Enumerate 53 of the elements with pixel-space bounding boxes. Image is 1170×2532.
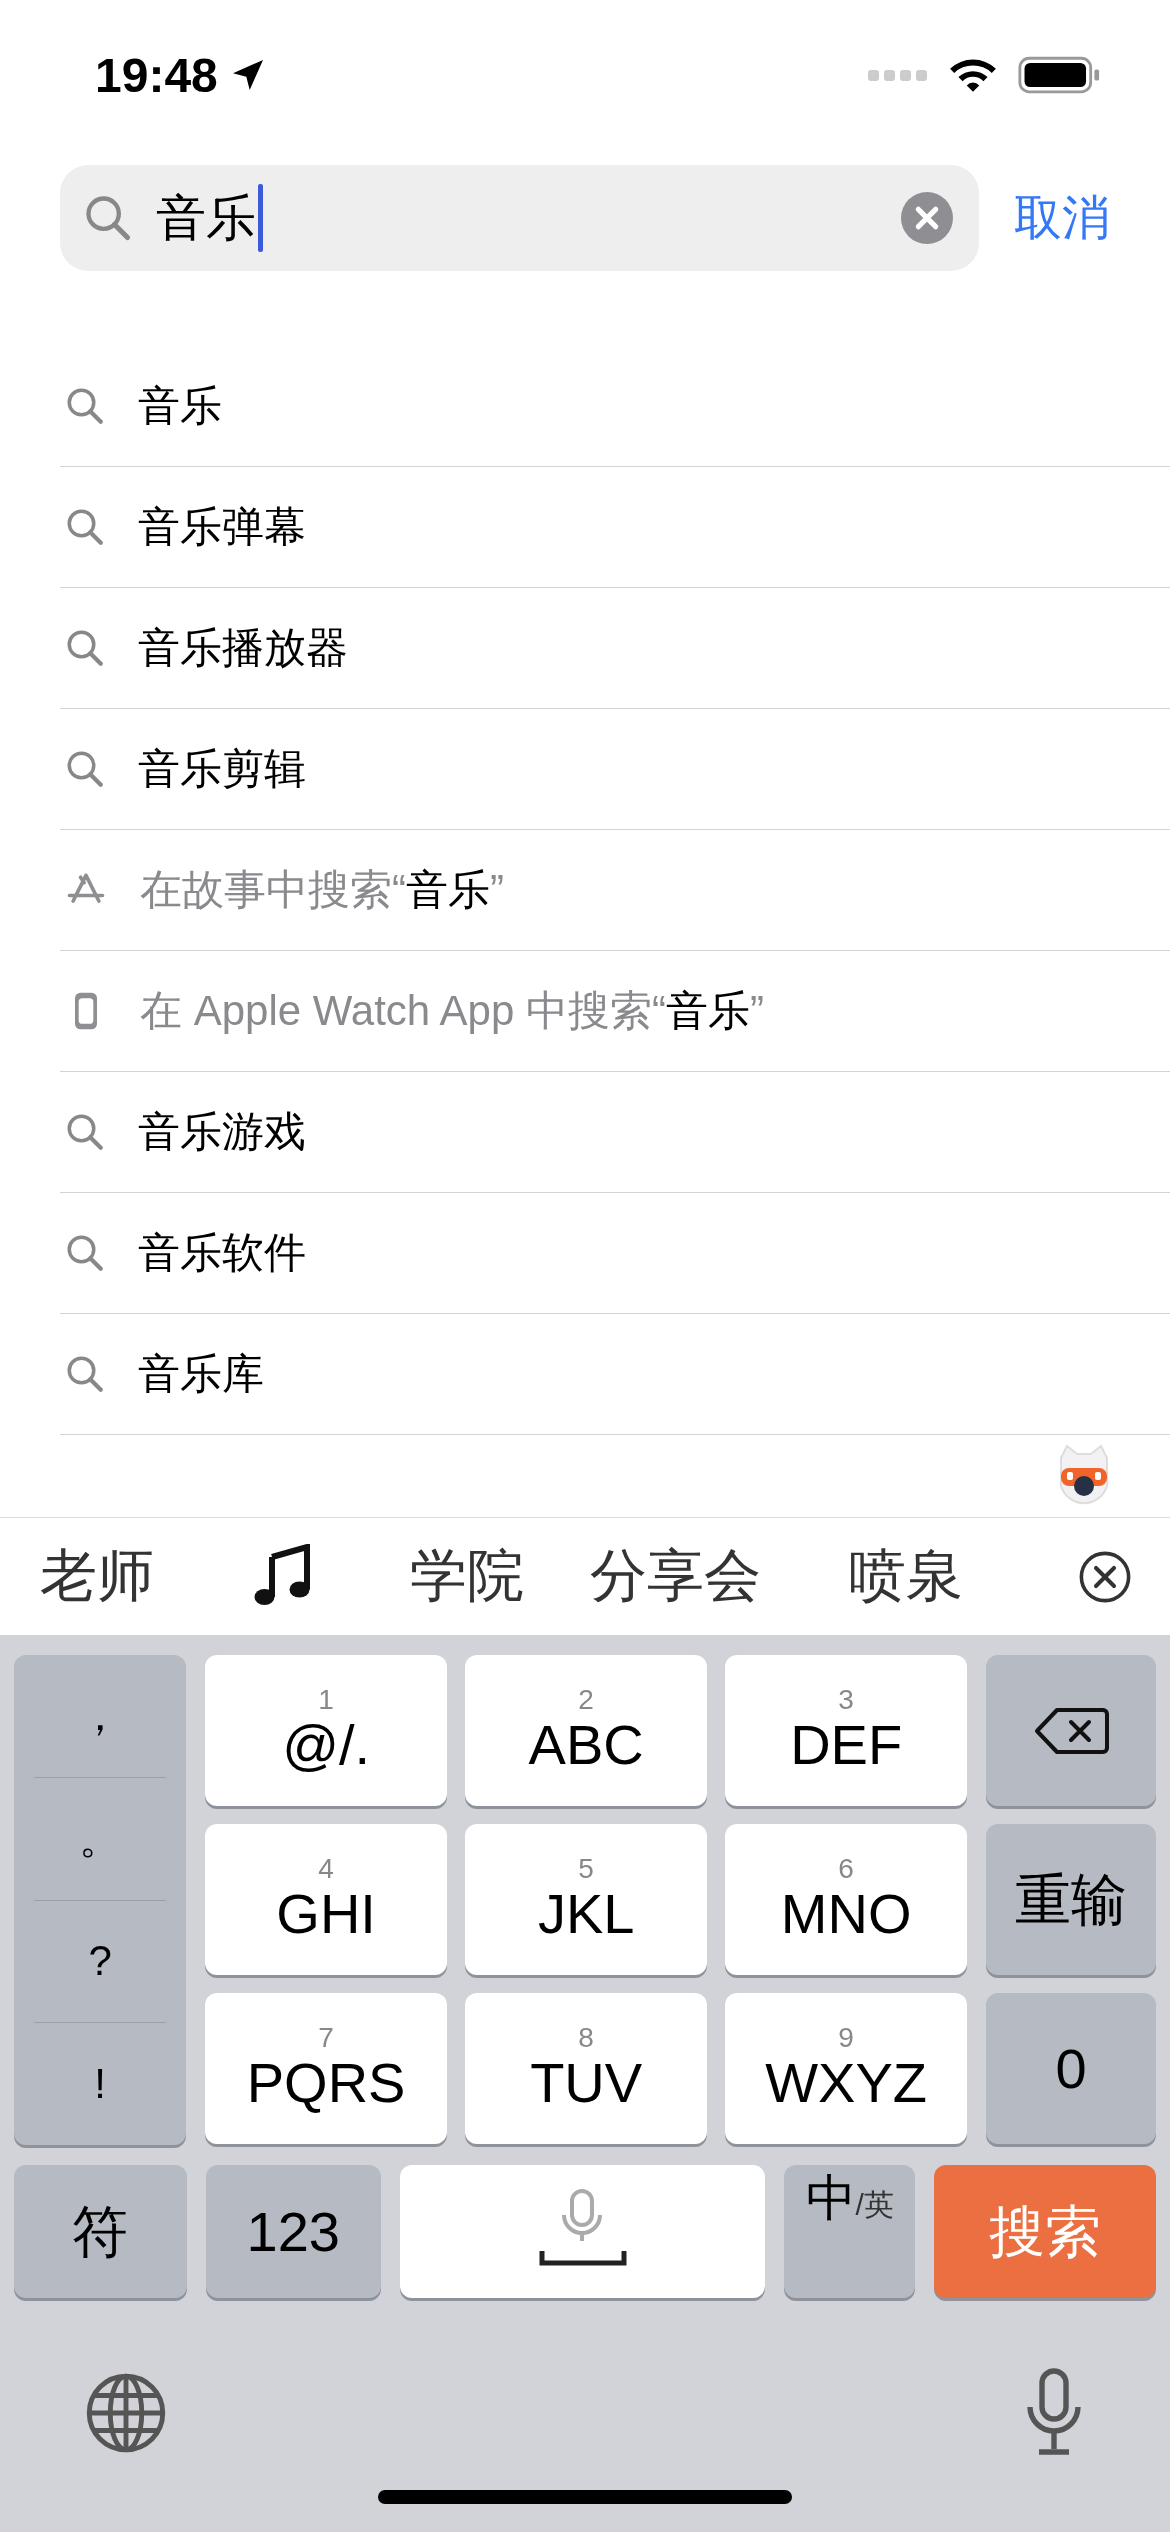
microphone-icon[interactable] [1024,2368,1084,2458]
punctuation-key[interactable]: ， [34,1655,167,1778]
letter-key[interactable]: 6 MNO [725,1824,968,1975]
delete-icon [1033,1705,1110,1756]
suggestion-item[interactable]: 音乐 [60,346,1170,467]
cancel-button[interactable]: 取消 [1014,186,1110,250]
suggestion-item[interactable]: 在故事中搜索“音乐” [60,830,1170,951]
language-key[interactable]: 中/英 [784,2165,916,2298]
suggestion-item[interactable]: 音乐剪辑 [60,709,1170,830]
clear-icon[interactable] [901,192,953,244]
suggestion-item[interactable]: 音乐库 [60,1314,1170,1435]
punctuation-key[interactable]: 。 [34,1777,167,1901]
letter-key[interactable]: 8 TUV [465,1993,708,2144]
suggestion-text: 音乐库 [138,1349,264,1399]
suggestion-item[interactable]: 音乐播放器 [60,588,1170,709]
suggestion-text: 音乐播放器 [138,623,348,673]
suggestion-text: 音乐弹幕 [138,502,306,552]
candidate-word[interactable]: 分享会 [590,1538,761,1615]
close-icon[interactable] [1078,1549,1132,1604]
text-cursor [258,184,263,252]
suggestion-text: 音乐剪辑 [138,744,306,794]
candidate-word[interactable]: 学院 [410,1538,524,1615]
punctuation-key[interactable]: ? [34,1900,167,2024]
candidate-word[interactable]: 喷泉 [849,1538,963,1615]
search-field[interactable]: 音乐 [60,165,979,271]
signal-dots-icon [868,68,928,82]
suggestion-item[interactable]: 在 Apple Watch App 中搜索“音乐” [60,951,1170,1072]
suggestion-text: 音乐 [138,381,222,431]
letter-key[interactable]: 7 PQRS [205,1993,448,2144]
letter-key[interactable]: 1 @/. [205,1655,448,1806]
letter-key[interactable]: 5 JKL [465,1824,708,1975]
suggestion-text: 在 Apple Watch App 中搜索“音乐” [140,986,764,1036]
letter-key[interactable]: 4 GHI [205,1824,448,1975]
function-key[interactable]: 符 [14,2165,187,2298]
suggestion-item[interactable]: 音乐弹幕 [60,467,1170,588]
letter-key[interactable]: 2 ABC [465,1655,708,1806]
battery-icon [1018,56,1100,94]
letter-key[interactable]: 9 WXYZ [725,1993,968,2144]
function-key[interactable]: 123 [205,2165,381,2298]
suggestion-text: 音乐软件 [138,1228,306,1278]
candidate-word[interactable]: 老师 [40,1538,154,1615]
suggestion-text: 音乐游戏 [138,1107,306,1157]
punctuation-key[interactable]: ! [34,2023,167,2145]
delete-key[interactable] [986,1655,1156,1806]
letter-key[interactable]: 3 DEF [725,1655,968,1806]
suggestion-item[interactable]: 音乐游戏 [60,1072,1170,1193]
globe-icon[interactable] [84,2371,168,2455]
suggestion-text: 在故事中搜索“音乐” [140,865,504,915]
suggestion-item[interactable]: 音乐软件 [60,1193,1170,1314]
function-key[interactable]: 0 [986,1993,1156,2144]
status-time: 19:48 [95,47,218,103]
search-text: 音乐 [156,188,256,248]
function-key[interactable]: 重输 [986,1824,1156,1975]
